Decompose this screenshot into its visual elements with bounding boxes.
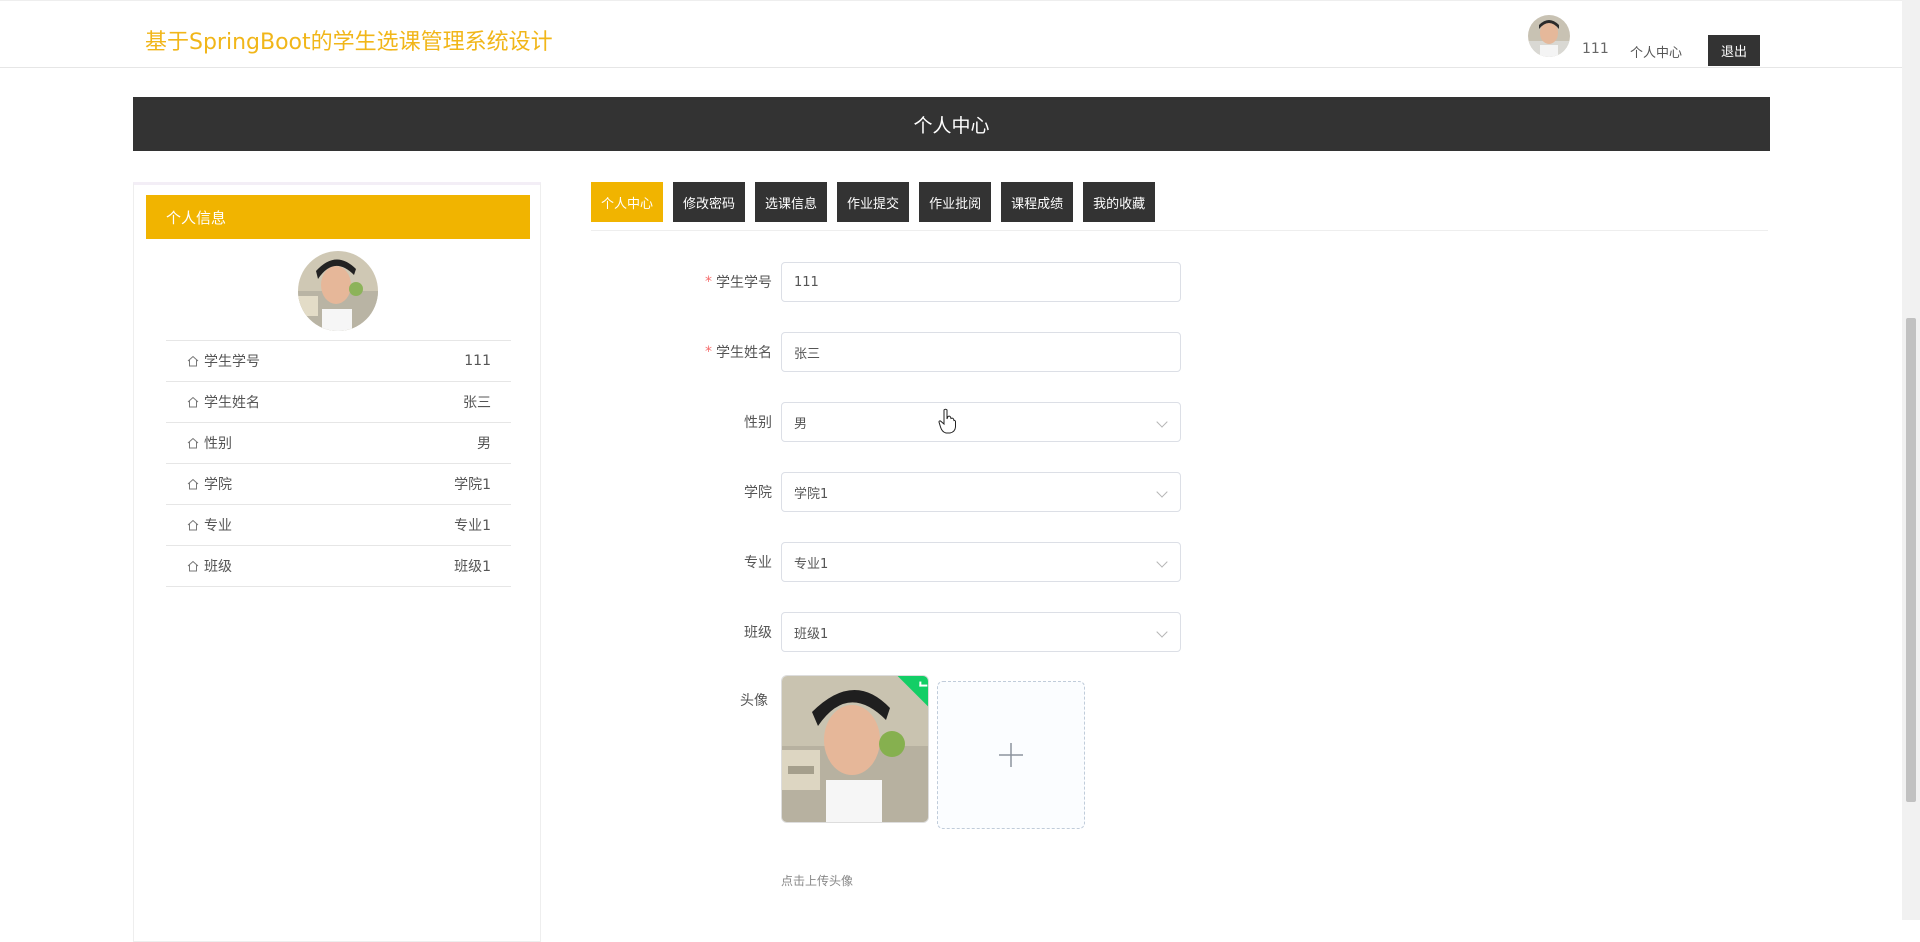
home-icon xyxy=(187,560,199,572)
gender-select-value: 男 xyxy=(794,416,808,432)
college-select-value: 学院1 xyxy=(794,486,829,502)
scrollbar-thumb[interactable] xyxy=(1906,318,1916,802)
college-label: 学院 xyxy=(744,485,772,501)
tab-my-favorites[interactable]: 我的收藏 xyxy=(1083,182,1156,222)
home-icon xyxy=(187,519,199,531)
chevron-down-icon xyxy=(1156,416,1168,428)
info-label: 学生学号 xyxy=(204,354,260,370)
tab-course-grades[interactable]: 课程成绩 xyxy=(1001,182,1074,222)
gender-label: 性别 xyxy=(744,415,772,431)
gender-select[interactable]: 男 xyxy=(781,402,1181,442)
class-select[interactable]: 班级1 xyxy=(781,612,1181,652)
page-title-banner: 个人中心 xyxy=(133,97,1770,151)
avatar-label: 头像 xyxy=(740,693,768,709)
home-icon xyxy=(187,437,199,449)
info-row-student-name: 学生姓名 张三 xyxy=(166,382,511,423)
info-value: 111 xyxy=(464,353,491,369)
info-label: 性别 xyxy=(204,436,232,452)
info-value: 学院1 xyxy=(454,477,491,493)
chevron-down-icon xyxy=(1156,486,1168,498)
home-icon xyxy=(187,478,199,490)
form-row-major: 专业 专业1 xyxy=(680,542,1181,582)
profile-tabs: 个人中心 修改密码 选课信息 作业提交 作业批阅 课程成绩 我的收藏 xyxy=(591,182,1156,222)
header-username: 111 xyxy=(1582,41,1609,57)
major-select-value: 专业1 xyxy=(794,556,829,572)
info-value: 男 xyxy=(477,436,491,452)
chevron-down-icon xyxy=(1156,556,1168,568)
hand-cursor-icon xyxy=(938,408,956,434)
student-name-input[interactable]: 张三 xyxy=(781,332,1181,372)
profile-panel: 个人信息 学生学号 111 学生姓名 张三 性别 男 学院 学院1 专业 专业1… xyxy=(133,182,541,942)
student-name-label: 学生姓名 xyxy=(716,345,772,361)
plus-icon xyxy=(999,743,1023,767)
college-select[interactable]: 学院1 xyxy=(781,472,1181,512)
student-no-input[interactable]: 111 xyxy=(781,262,1181,302)
header-avatar[interactable] xyxy=(1528,15,1570,57)
info-row-major: 专业 专业1 xyxy=(166,505,511,546)
form-row-student-no: * 学生学号 111 xyxy=(680,262,1181,302)
info-value: 班级1 xyxy=(454,559,491,575)
info-label: 学生姓名 xyxy=(204,395,260,411)
tab-homework-review[interactable]: 作业批阅 xyxy=(919,182,992,222)
header-personal-center-link[interactable]: 个人中心 xyxy=(1630,42,1682,61)
class-label: 班级 xyxy=(744,625,772,641)
tab-homework-submit[interactable]: 作业提交 xyxy=(837,182,910,222)
tab-course-selection[interactable]: 选课信息 xyxy=(755,182,828,222)
major-select[interactable]: 专业1 xyxy=(781,542,1181,582)
chevron-down-icon xyxy=(1156,626,1168,638)
profile-panel-heading: 个人信息 xyxy=(146,195,530,239)
info-row-class: 班级 班级1 xyxy=(166,546,511,587)
upload-tip: 点击上传头像 xyxy=(781,874,854,888)
profile-info-list: 学生学号 111 学生姓名 张三 性别 男 学院 学院1 专业 专业1 班级 班… xyxy=(166,340,511,587)
info-value: 专业1 xyxy=(454,518,491,534)
major-label: 专业 xyxy=(744,555,772,571)
uploaded-avatar-thumbnail[interactable] xyxy=(781,675,929,823)
tabs-divider xyxy=(591,230,1768,231)
form-row-class: 班级 班级1 xyxy=(680,612,1181,652)
class-select-value: 班级1 xyxy=(794,626,829,642)
form-row-student-name: * 学生姓名 张三 xyxy=(680,332,1181,372)
top-header: 基于SpringBoot的学生选课管理系统设计 111 个人中心 退出 xyxy=(0,0,1902,68)
info-label: 学院 xyxy=(204,477,232,493)
page-scrollbar[interactable] xyxy=(1902,0,1920,920)
home-icon xyxy=(187,396,199,408)
info-label: 班级 xyxy=(204,559,232,575)
info-row-gender: 性别 男 xyxy=(166,423,511,464)
info-row-college: 学院 学院1 xyxy=(166,464,511,505)
info-label: 专业 xyxy=(204,518,232,534)
form-row-college: 学院 学院1 xyxy=(680,472,1181,512)
site-title[interactable]: 基于SpringBoot的学生选课管理系统设计 xyxy=(145,24,553,56)
tab-personal-center[interactable]: 个人中心 xyxy=(591,182,664,222)
profile-avatar xyxy=(298,251,378,331)
student-no-label: 学生学号 xyxy=(716,275,772,291)
avatar-upload-button[interactable] xyxy=(937,681,1085,829)
info-value: 张三 xyxy=(463,395,491,411)
logout-button[interactable]: 退出 xyxy=(1708,35,1760,66)
form-row-gender: 性别 男 xyxy=(680,402,1181,442)
info-row-student-no: 学生学号 111 xyxy=(166,341,511,382)
home-icon xyxy=(187,355,199,367)
tab-change-password[interactable]: 修改密码 xyxy=(673,182,746,222)
